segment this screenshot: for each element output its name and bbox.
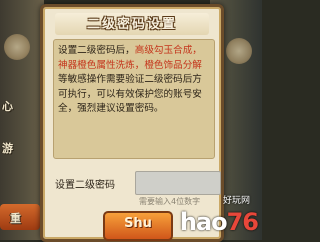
description-panel: 设置二级密码后，高级勾玉合成，神器橙色属性洗炼，橙色饰品分解等敏感操作需要验证二… (53, 39, 215, 159)
watermark-brand-left: hao (179, 208, 228, 236)
confirm-button[interactable]: Shu (103, 211, 173, 241)
password-row: 设置二级密码 (55, 171, 221, 195)
description-text-part: 等敏感操作需要验证二级密码后方可执行，可以有效保护您的账号安全，强烈建议设置密码… (58, 74, 202, 115)
background-ornament (226, 38, 252, 64)
second-password-dialog: 二级密码设置 设置二级密码后，高级勾玉合成，神器橙色属性洗炼，橙色饰品分解等敏感… (40, 4, 224, 242)
description-text-part: 设置二级密码后， (58, 45, 135, 56)
background-button: 重 (0, 204, 40, 230)
background-label: 心 (2, 100, 13, 113)
password-hint: 需要输入4位数字 (139, 197, 201, 206)
watermark-logo: hao76 (179, 208, 259, 236)
watermark-brand-right: 76 (226, 208, 259, 236)
background-button-label: 重 (10, 212, 21, 225)
password-input[interactable] (135, 171, 221, 195)
password-label: 设置二级密码 (55, 180, 115, 191)
watermark-subtitle: 好玩网 (222, 196, 250, 206)
background-label: 游 (2, 142, 13, 155)
dialog-title: 二级密码设置 (86, 17, 177, 32)
dialog-title-bar: 二级密码设置 (55, 13, 209, 35)
background-ornament (4, 34, 30, 60)
